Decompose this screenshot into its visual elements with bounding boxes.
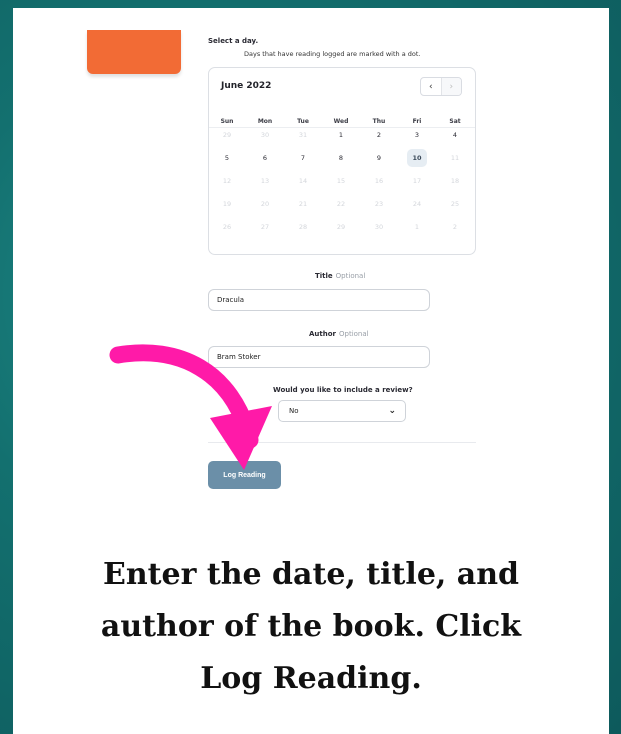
- calendar-day: 29: [336, 223, 346, 231]
- calendar-day-selected[interactable]: 10: [407, 149, 427, 167]
- calendar-day: 14: [298, 177, 308, 185]
- calendar-day: 11: [450, 154, 460, 162]
- calendar: June 2022 ‹ › Sun Mon Tue Wed Thu Fri Sat 29 30…: [208, 67, 476, 255]
- calendar-day: 16: [374, 177, 384, 185]
- calendar-day: 2: [452, 223, 458, 231]
- calendar-day[interactable]: 2: [369, 126, 389, 144]
- calendar-day: 21: [298, 200, 308, 208]
- calendar-day: 30: [260, 131, 270, 139]
- next-month-icon[interactable]: ›: [440, 78, 461, 95]
- calendar-day[interactable]: 1: [331, 126, 351, 144]
- prev-month-icon[interactable]: ‹: [421, 78, 441, 95]
- review-question: Would you like to include a review?: [273, 386, 413, 394]
- calendar-day: 18: [450, 177, 460, 185]
- calendar-day: 17: [412, 177, 422, 185]
- review-select[interactable]: No ⌄: [278, 400, 406, 422]
- calendar-day[interactable]: 7: [293, 149, 313, 167]
- calendar-nav: ‹ ›: [420, 77, 462, 96]
- calendar-day[interactable]: 4: [445, 126, 465, 144]
- caption-line-3: Log Reading.: [200, 661, 422, 696]
- calendar-month-title: June 2022: [221, 81, 272, 91]
- calendar-day[interactable]: 8: [331, 149, 351, 167]
- caption-line-2: author of the book. Click: [100, 609, 522, 644]
- orange-block: [87, 30, 181, 74]
- caption: Enter the date, title, and author of the…: [13, 549, 609, 705]
- calendar-day: 26: [222, 223, 232, 231]
- calendar-day: 31: [298, 131, 308, 139]
- title-label-text: Title: [315, 272, 333, 280]
- calendar-day: 12: [222, 177, 232, 185]
- calendar-day[interactable]: 6: [255, 149, 275, 167]
- calendar-day[interactable]: 3: [407, 126, 427, 144]
- review-selected-value: No: [289, 407, 299, 415]
- log-reading-button[interactable]: Log Reading: [208, 461, 281, 489]
- calendar-day: 19: [222, 200, 232, 208]
- title-optional: Optional: [335, 272, 366, 280]
- author-label: Author Optional: [309, 330, 369, 338]
- calendar-day: 28: [298, 223, 308, 231]
- calendar-day: 25: [450, 200, 460, 208]
- calendar-day: 30: [374, 223, 384, 231]
- title-label: Title Optional: [315, 272, 365, 280]
- calendar-day: 1: [414, 223, 420, 231]
- calendar-day[interactable]: 9: [369, 149, 389, 167]
- calendar-day: 23: [374, 200, 384, 208]
- caption-line-1: Enter the date, title, and: [102, 557, 520, 592]
- calendar-day: 22: [336, 200, 346, 208]
- divider: [208, 442, 476, 443]
- author-input[interactable]: Bram Stoker: [208, 346, 430, 368]
- calendar-day: 15: [336, 177, 346, 185]
- author-label-text: Author: [309, 330, 336, 338]
- calendar-day: 27: [260, 223, 270, 231]
- author-optional: Optional: [339, 330, 369, 338]
- chevron-down-icon: ⌄: [388, 406, 396, 416]
- calendar-day: 29: [222, 131, 232, 139]
- days-hint: Days that have reading logged are marked…: [244, 50, 421, 58]
- calendar-day[interactable]: 5: [217, 149, 237, 167]
- calendar-day: 13: [260, 177, 270, 185]
- calendar-day: 24: [412, 200, 422, 208]
- select-day-label: Select a day.: [208, 37, 259, 45]
- title-input[interactable]: Dracula: [208, 289, 430, 311]
- calendar-day: 20: [260, 200, 270, 208]
